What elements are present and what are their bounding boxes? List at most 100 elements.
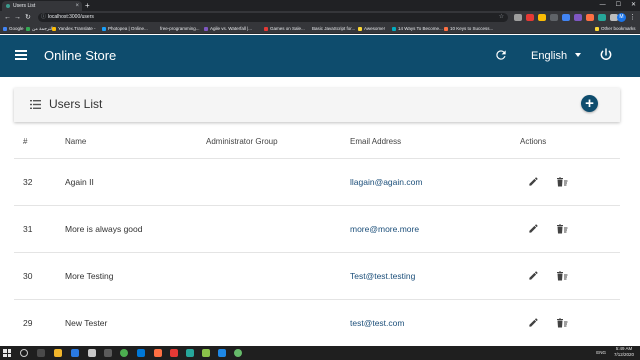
user-name: New Tester <box>65 318 108 328</box>
file-explorer-icon[interactable] <box>54 349 62 357</box>
app-icon[interactable] <box>202 349 210 357</box>
browser-tab[interactable]: Users List × <box>2 1 82 11</box>
delete-icon[interactable] <box>556 317 568 328</box>
user-name: Again II <box>65 177 94 187</box>
extension-icon[interactable] <box>574 14 582 21</box>
edit-icon[interactable] <box>528 270 539 281</box>
app-toolbar: Online Store English <box>0 35 640 77</box>
site-favicon-icon <box>6 4 10 8</box>
extension-icon[interactable] <box>550 14 558 21</box>
bookmark-item[interactable]: Other bookmarks <box>595 24 636 34</box>
app-title: Online Store <box>44 48 117 63</box>
windows-start-icon[interactable] <box>3 349 11 357</box>
close-window-icon[interactable]: ✕ <box>631 0 636 11</box>
info-icon[interactable]: ⓘ <box>41 13 46 22</box>
add-user-button[interactable]: + <box>581 95 598 112</box>
bookmark-item[interactable]: Google <box>3 24 24 34</box>
clock-date: 7/12/2020 <box>613 352 634 357</box>
column-header-name: Name <box>65 137 87 146</box>
browser-toolbar: ← → ↻ ⓘ localhost:3000/users ☆ M ⋮ <box>0 11 640 24</box>
bookmark-item[interactable]: Photopea | Online... <box>102 24 148 34</box>
table-row: 30 More Testing Test@test.testing <box>14 253 620 300</box>
profile-avatar[interactable]: M <box>617 13 626 22</box>
bookmark-item[interactable]: Games on Sale... <box>264 24 305 34</box>
app-icon[interactable] <box>154 349 162 357</box>
forward-icon[interactable]: → <box>14 11 21 24</box>
table-row: 31 More is always good more@more.more <box>14 206 620 253</box>
window-controls: — ☐ ✕ <box>600 0 636 11</box>
user-name: More is always good <box>65 224 143 234</box>
extension-icon[interactable] <box>538 14 546 21</box>
bookmark-item[interactable]: Agile vs. Waterfall |... <box>204 24 252 34</box>
extension-icon[interactable] <box>562 14 570 21</box>
user-email: more@more.more <box>350 224 420 234</box>
maximize-icon[interactable]: ☐ <box>616 0 621 11</box>
list-icon <box>30 100 41 109</box>
browser-tab-strip: Users List × + — ☐ ✕ <box>0 0 640 11</box>
app-icon[interactable] <box>186 349 194 357</box>
extension-icon[interactable] <box>526 14 534 21</box>
bookmark-item[interactable]: free-programming... <box>160 24 200 34</box>
delete-icon[interactable] <box>556 223 568 234</box>
page-title: Users List <box>49 97 103 111</box>
column-header-id: # <box>23 137 28 146</box>
address-url: localhost:3000/users <box>48 14 94 20</box>
task-view-icon[interactable] <box>37 349 45 357</box>
table-row: 32 Again II llagain@again.com <box>14 159 620 206</box>
delete-icon[interactable] <box>556 270 568 281</box>
search-icon[interactable] <box>20 349 28 357</box>
user-email: Test@test.testing <box>350 271 416 281</box>
bookmark-item[interactable]: Awesome! <box>358 24 385 34</box>
extensions-bar <box>514 14 618 21</box>
app-icon[interactable] <box>234 349 242 357</box>
extension-icon[interactable] <box>598 14 606 21</box>
mail-icon[interactable] <box>71 349 79 357</box>
extension-icon[interactable] <box>586 14 594 21</box>
keyboard-language[interactable]: ENG <box>596 350 606 355</box>
bookmark-item[interactable]: Yandex.Translate - <box>52 24 96 34</box>
extension-icon[interactable] <box>514 14 522 21</box>
bookmarks-bar: Google الترجمة من Yandex.Translate - Pho… <box>0 24 640 34</box>
column-header-group: Administrator Group <box>206 137 278 146</box>
store-icon[interactable] <box>88 349 96 357</box>
bookmark-item[interactable]: 14 Ways To Become... <box>392 24 443 34</box>
users-table: # Name Administrator Group Email Address… <box>14 126 620 347</box>
bookmark-item[interactable]: Basic JavaScript for... <box>312 24 355 34</box>
new-tab-button[interactable]: + <box>85 0 90 11</box>
table-header-row: # Name Administrator Group Email Address… <box>14 126 620 159</box>
bookmark-item[interactable]: 10 Keys to Success... <box>444 24 493 34</box>
user-id: 30 <box>23 271 33 281</box>
address-bar[interactable]: ⓘ localhost:3000/users ☆ <box>38 13 508 22</box>
back-icon[interactable]: ← <box>4 11 11 24</box>
chrome-icon[interactable] <box>120 349 128 357</box>
edit-icon[interactable] <box>528 176 539 187</box>
browser-tab-title: Users List <box>13 3 36 9</box>
delete-icon[interactable] <box>556 176 568 187</box>
browser-menu-icon[interactable]: ⋮ <box>629 11 636 24</box>
user-name: More Testing <box>65 271 114 281</box>
reload-icon[interactable]: ↻ <box>25 11 31 24</box>
chevron-down-icon[interactable] <box>575 53 581 57</box>
minimize-icon[interactable]: — <box>600 0 606 11</box>
app-icon[interactable] <box>137 349 145 357</box>
user-id: 29 <box>23 318 33 328</box>
vscode-icon[interactable] <box>218 349 226 357</box>
users-list-header: Users List + <box>14 88 620 122</box>
column-header-email: Email Address <box>350 137 402 146</box>
app-icon[interactable] <box>170 349 178 357</box>
system-clock[interactable]: 5:49 AM 7/12/2020 <box>614 346 634 360</box>
column-header-actions: Actions <box>520 137 547 146</box>
language-select[interactable]: English <box>531 48 567 64</box>
close-tab-icon[interactable]: × <box>75 1 79 11</box>
user-id: 32 <box>23 177 33 187</box>
edit-icon[interactable] <box>528 223 539 234</box>
user-email: test@test.com <box>350 318 405 328</box>
bookmark-item[interactable]: الترجمة من <box>26 24 53 34</box>
table-row: 29 New Tester test@test.com <box>14 300 620 347</box>
menu-icon[interactable] <box>15 50 27 60</box>
bookmark-star-icon[interactable]: ☆ <box>499 13 504 22</box>
edit-icon[interactable] <box>528 317 539 328</box>
power-icon[interactable] <box>598 47 614 63</box>
refresh-icon[interactable] <box>494 48 508 62</box>
app-icon[interactable] <box>104 349 112 357</box>
